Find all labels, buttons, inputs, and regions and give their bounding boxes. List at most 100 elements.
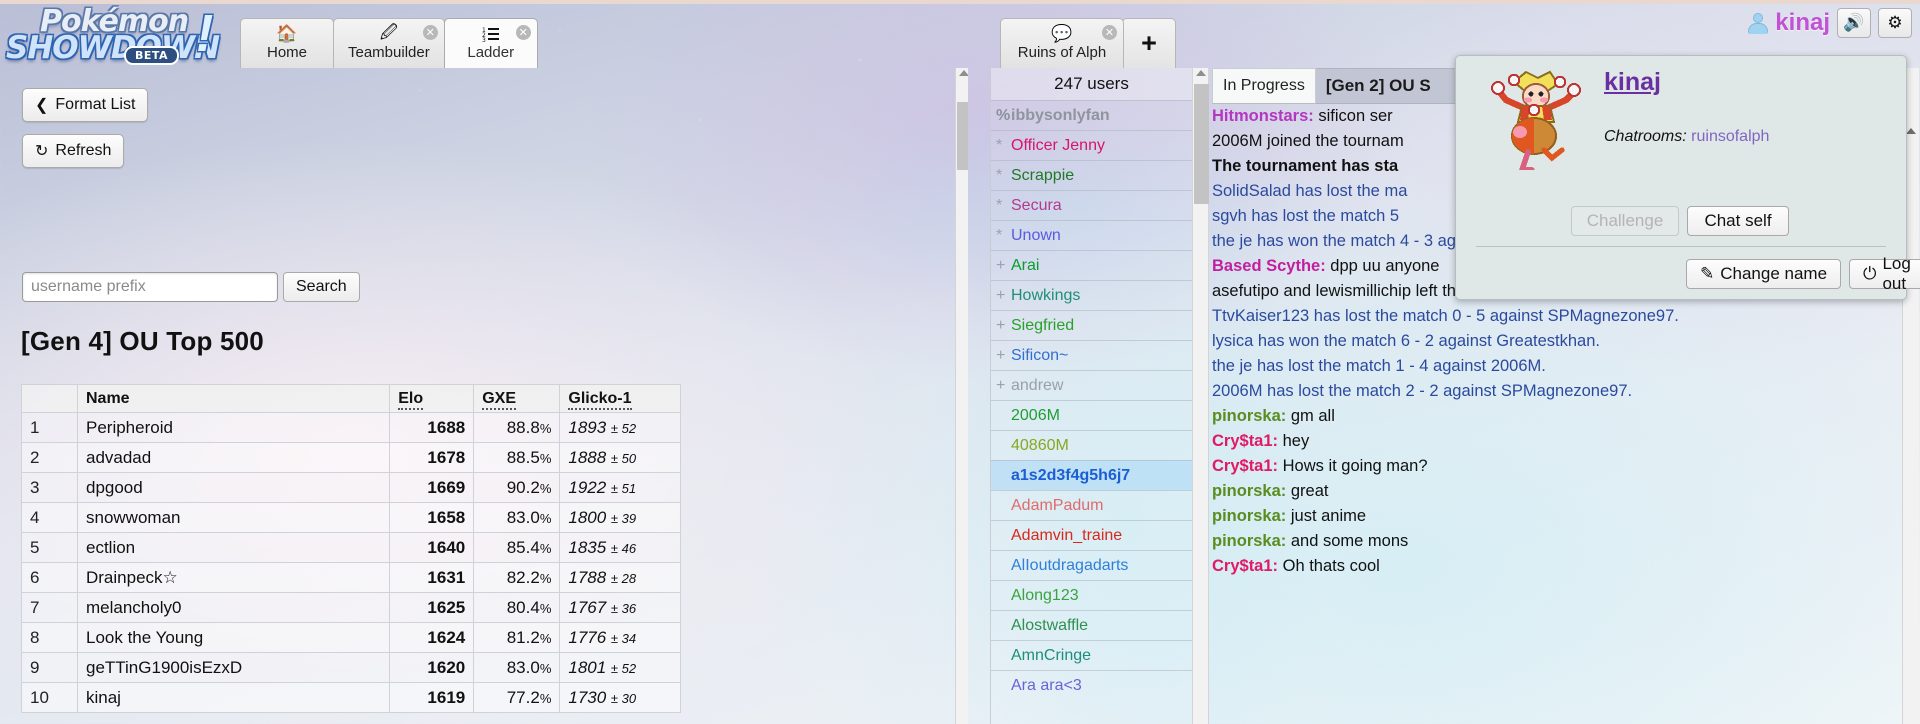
username[interactable]: AdamPadum — [1011, 497, 1104, 514]
list-item[interactable]: + andrew — [991, 370, 1192, 400]
cell-name[interactable]: Look the Young — [76, 622, 391, 653]
tab-ladder[interactable]: ✕ 1 2 3 Ladder — [443, 18, 538, 68]
gear-icon[interactable]: ⚙ — [1878, 8, 1912, 38]
change-name-button[interactable]: ✎ Change name — [1686, 259, 1842, 289]
search-button[interactable]: Search — [283, 272, 360, 302]
refresh-icon: ↻ — [35, 143, 49, 160]
ladder-panel: ❮ Format List ↻ Refresh Search [Gen 4] O… — [0, 68, 968, 724]
cell-name[interactable]: ectlion — [76, 532, 391, 563]
list-item[interactable]: Adamvin_traine — [991, 520, 1192, 550]
cell-name[interactable]: melancholy0 — [76, 592, 391, 623]
username[interactable]: Along123 — [1011, 587, 1079, 604]
list-item[interactable]: Along123 — [991, 580, 1192, 610]
cell-name[interactable]: Peripheroid — [76, 412, 391, 443]
table-row: 2 advadad 1678 88.5% 1888 ± 50 — [21, 442, 681, 473]
username[interactable]: Scrappie — [1011, 167, 1074, 184]
list-item[interactable]: + Arai — [991, 250, 1192, 280]
list-item[interactable]: + Howkings — [991, 280, 1192, 310]
tab-home[interactable]: 🏠 Home — [240, 18, 334, 68]
tab-home-label: Home — [266, 44, 307, 61]
new-tab-button[interactable]: + — [1122, 18, 1176, 68]
cell-name[interactable]: kinaj — [76, 682, 391, 713]
chat-self-button[interactable]: Chat self — [1687, 206, 1789, 236]
column-gxe[interactable]: GXE — [473, 384, 561, 413]
cell-name[interactable]: Drainpeck☆ — [76, 562, 391, 593]
username[interactable]: Howkings — [1011, 287, 1080, 304]
format-list-button[interactable]: ❮ Format List — [22, 88, 149, 122]
message-author[interactable]: Hitmonstars: — [1212, 107, 1318, 125]
username[interactable]: Alostwaffle — [1011, 617, 1088, 634]
scroll-up-icon[interactable] — [1196, 70, 1206, 76]
list-item[interactable]: * Scrappie — [991, 160, 1192, 190]
list-item[interactable]: %ibbysonlyfan — [991, 100, 1192, 130]
username[interactable]: AmnCringe — [1011, 647, 1091, 664]
ladder-scrollbar[interactable] — [955, 68, 968, 724]
scroll-up-icon[interactable] — [1906, 128, 1916, 134]
tab-ruins-of-alph[interactable]: ✕ 💬 Ruins of Alph — [1000, 18, 1124, 68]
tab-teambuilder[interactable]: ✕ 🖉 Teambuilder — [333, 18, 445, 68]
showdown-logo[interactable]: Pokémon SHOWDOWN BETA ! — [6, 6, 220, 65]
list-item[interactable]: a1s2d3f4g5h6j7 — [991, 460, 1192, 490]
message-author[interactable]: Cry$ta1: — [1212, 557, 1283, 575]
cell-name[interactable]: advadad — [76, 442, 391, 473]
list-item[interactable]: 2006M — [991, 400, 1192, 430]
cell-gxe: 90.2% — [473, 472, 561, 503]
username[interactable]: a1s2d3f4g5h6j7 — [1011, 467, 1130, 484]
message-author[interactable]: Based Scythe: — [1212, 257, 1330, 275]
list-item[interactable]: Ara ara<3 — [991, 670, 1192, 700]
message-author[interactable]: pinorska: — [1212, 532, 1291, 550]
message-text: Oh thats cool — [1282, 557, 1380, 575]
chatroom-link[interactable]: ruinsofalph — [1691, 128, 1769, 145]
username[interactable]: andrew — [1011, 377, 1063, 394]
username[interactable]: ibbysonlyfan — [1011, 107, 1110, 124]
username[interactable]: Unown — [1011, 227, 1061, 244]
list-item[interactable]: * Secura — [991, 190, 1192, 220]
cell-name[interactable]: snowwoman — [76, 502, 391, 533]
list-item[interactable]: AmnCringe — [991, 640, 1192, 670]
column-glicko[interactable]: Glicko-1 — [559, 384, 681, 413]
list-item[interactable]: 40860M — [991, 430, 1192, 460]
list-item[interactable]: + Sificon~ — [991, 340, 1192, 370]
message-author[interactable]: Cry$ta1: — [1212, 457, 1283, 475]
username[interactable]: Arai — [1011, 257, 1039, 274]
username[interactable]: Sificon~ — [1011, 347, 1068, 364]
log-out-button[interactable]: ⏻ Log out — [1849, 254, 1920, 293]
search-input[interactable] — [22, 272, 278, 302]
username[interactable]: Officer Jenny — [1011, 137, 1105, 154]
close-icon[interactable]: ✕ — [1102, 25, 1117, 40]
current-username[interactable]: kinaj — [1775, 9, 1830, 37]
username[interactable]: Secura — [1011, 197, 1062, 214]
cell-gxe: 82.2% — [473, 562, 561, 593]
message-author[interactable]: pinorska: — [1212, 407, 1291, 425]
userlist-scrollbar[interactable] — [1192, 68, 1209, 724]
chevron-left-icon: ❮ — [35, 97, 49, 114]
cell-glicko: 1835 ± 46 — [559, 532, 681, 563]
list-item[interactable]: AlIoutdragadarts — [991, 550, 1192, 580]
list-item[interactable]: + Siegfried — [991, 310, 1192, 340]
username[interactable]: 40860M — [1011, 437, 1069, 454]
message-author[interactable]: pinorska: — [1212, 482, 1291, 500]
list-item[interactable]: * Officer Jenny — [991, 130, 1192, 160]
cell-name[interactable]: dpgood — [76, 472, 391, 503]
username[interactable]: Ara ara<3 — [1011, 677, 1082, 694]
list-item[interactable]: AdamPadum — [991, 490, 1192, 520]
message-author[interactable]: Cry$ta1: — [1212, 432, 1283, 450]
scrollbar-thumb[interactable] — [1194, 84, 1209, 204]
message-author[interactable]: pinorska: — [1212, 507, 1291, 525]
cell-elo: 1669 — [389, 472, 475, 503]
scroll-up-icon[interactable] — [959, 70, 968, 76]
username[interactable]: 2006M — [1011, 407, 1060, 424]
scrollbar-thumb[interactable] — [957, 102, 968, 170]
username[interactable]: AlIoutdragadarts — [1011, 557, 1128, 574]
popup-username[interactable]: kinaj — [1604, 68, 1661, 97]
list-item[interactable]: * Unown — [991, 220, 1192, 250]
username[interactable]: Adamvin_traine — [1011, 527, 1122, 544]
list-item[interactable]: Alostwaffle — [991, 610, 1192, 640]
column-elo[interactable]: Elo — [389, 384, 475, 413]
close-icon[interactable]: ✕ — [422, 25, 438, 40]
cell-name[interactable]: geTTinG1900isEzxD — [76, 652, 391, 683]
speaker-icon[interactable]: 🔊 — [1837, 8, 1871, 38]
username[interactable]: Siegfried — [1011, 317, 1074, 334]
refresh-button[interactable]: ↻ Refresh — [22, 134, 125, 168]
close-icon[interactable]: ✕ — [515, 25, 531, 40]
